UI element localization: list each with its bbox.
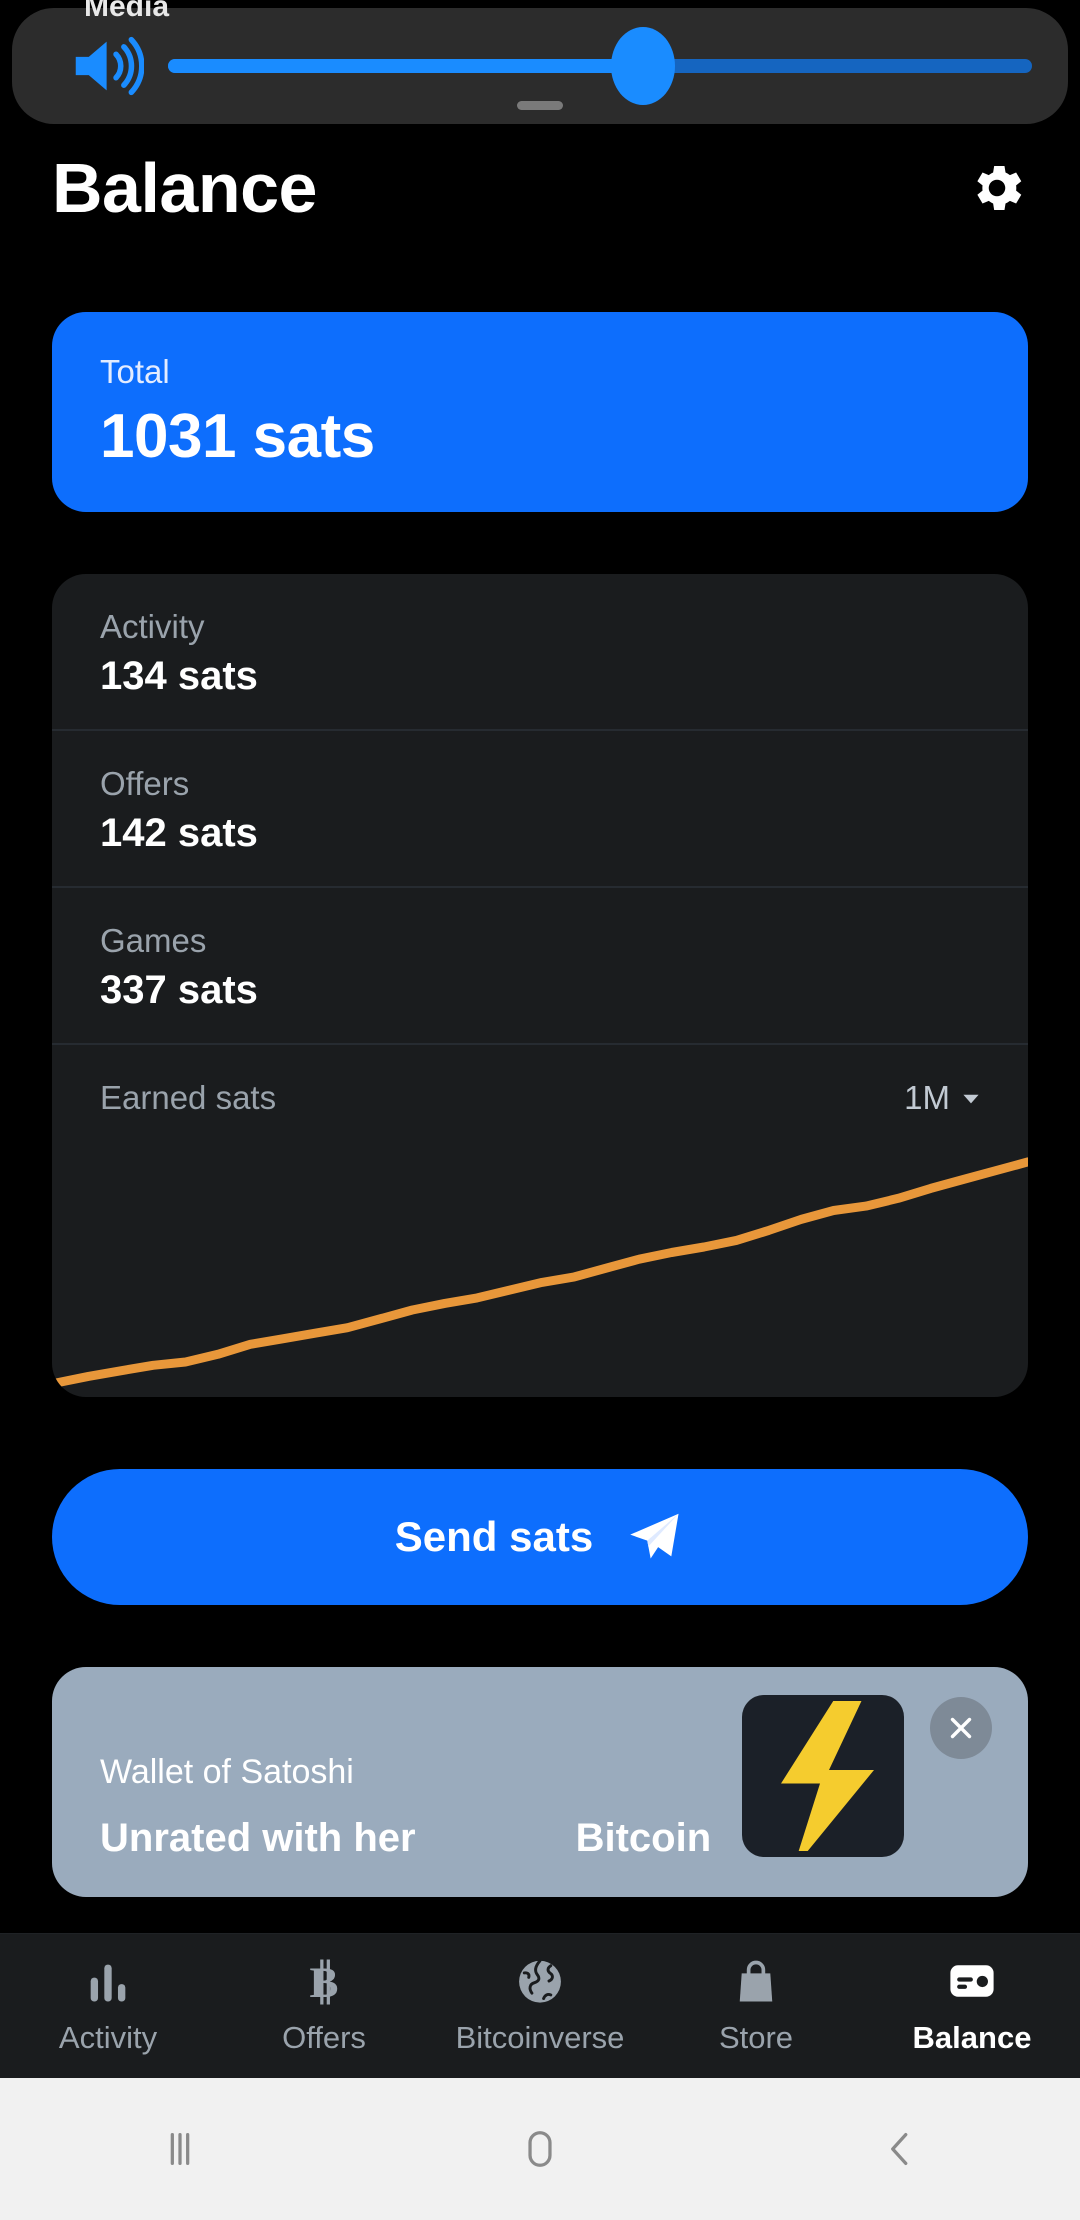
tab-store[interactable]: Store xyxy=(648,1956,864,2056)
tab-bitcoinverse[interactable]: Bitcoinverse xyxy=(432,1956,648,2056)
volume-slider-knob[interactable] xyxy=(611,27,676,105)
send-plane-icon xyxy=(630,1513,679,1559)
lightning-bolt-icon xyxy=(781,1701,874,1851)
tab-label: Store xyxy=(718,2020,794,2055)
chart-range-selector[interactable]: 1M xyxy=(904,1079,984,1117)
volume-panel-drag-handle[interactable] xyxy=(517,101,563,110)
close-icon xyxy=(950,1717,972,1739)
volume-slider-fill xyxy=(168,59,644,73)
wallet-card-icon xyxy=(945,1956,999,2008)
wallet-of-satoshi-promo-card[interactable]: Wallet of Satoshi Unrated with her Bitco… xyxy=(52,1667,1028,1897)
promo-close-button[interactable] xyxy=(930,1697,992,1759)
home-button[interactable] xyxy=(360,2126,720,2172)
promo-logo xyxy=(742,1695,904,1857)
send-sats-button[interactable]: Send sats xyxy=(52,1469,1028,1605)
stat-label: Offers xyxy=(100,765,190,802)
stat-value: 134 sats xyxy=(100,654,258,698)
chevron-down-icon xyxy=(963,1094,979,1104)
send-sats-label: Send sats xyxy=(394,1513,594,1560)
total-balance-card[interactable]: Total 1031 sats xyxy=(52,312,1028,512)
stat-row-activity[interactable]: Activity 134 sats xyxy=(52,574,1028,729)
tab-offers[interactable]: B Offers xyxy=(216,1956,432,2056)
bar-chart-icon xyxy=(82,1956,134,2008)
back-button[interactable] xyxy=(720,2126,1080,2172)
page-title: Balance xyxy=(52,149,317,227)
phone-screen: 11:45 14° xyxy=(0,0,1080,2220)
earned-sats-chart-section: Earned sats 1M xyxy=(52,1043,1028,1397)
total-label: Total xyxy=(100,352,170,390)
stats-card: Activity 134 sats Offers 142 sats Games … xyxy=(52,574,1028,1397)
recents-button[interactable] xyxy=(0,2126,360,2172)
app-header: Balance xyxy=(0,128,1080,248)
globe-icon xyxy=(513,1956,567,2008)
svg-text:B: B xyxy=(310,1959,339,2007)
promo-subtitle-right: Bitcoin xyxy=(575,1816,712,1860)
android-navigation-bar xyxy=(0,2078,1080,2220)
bitcoin-icon: B xyxy=(298,1956,350,2008)
tab-label: Balance xyxy=(912,2020,1032,2055)
stat-value: 142 sats xyxy=(100,811,258,855)
main-content: Total 1031 sats Activity 134 sats Offers… xyxy=(0,286,1080,1897)
volume-overlay-panel[interactable] xyxy=(12,8,1068,124)
stat-label: Activity xyxy=(100,608,205,645)
volume-slider[interactable] xyxy=(168,27,1032,105)
earned-sats-line-chart xyxy=(52,1157,1028,1388)
tab-label: Activity xyxy=(58,2020,158,2055)
gear-icon xyxy=(977,166,1022,210)
chart-line-series xyxy=(52,1157,1028,1388)
volume-media-label: Media xyxy=(84,0,170,23)
home-icon xyxy=(528,2131,552,2167)
recents-icon xyxy=(170,2132,190,2166)
promo-subtitle-left: Unrated with her xyxy=(100,1816,416,1860)
volume-up-icon[interactable] xyxy=(66,27,144,105)
tab-activity[interactable]: Activity xyxy=(0,1956,216,2056)
back-icon xyxy=(891,2132,908,2166)
chart-range-label: 1M xyxy=(904,1079,950,1116)
chart-title: Earned sats xyxy=(100,1079,277,1116)
stat-row-games[interactable]: Games 337 sats xyxy=(52,886,1028,1043)
tab-label: Bitcoinverse xyxy=(455,2020,625,2055)
chart-header: Earned sats 1M xyxy=(52,1079,1028,1117)
tab-balance[interactable]: Balance xyxy=(864,1956,1080,2056)
total-value: 1031 sats xyxy=(100,401,375,471)
stat-label: Games xyxy=(100,922,207,959)
stat-value: 337 sats xyxy=(100,968,258,1012)
settings-button[interactable] xyxy=(966,157,1028,219)
bottom-tab-bar: Activity B Offers Bitcoinverse Store Bal… xyxy=(0,1933,1080,2078)
tab-label: Offers xyxy=(282,2020,366,2055)
stat-row-offers[interactable]: Offers 142 sats xyxy=(52,729,1028,886)
shopping-bag-icon xyxy=(730,1956,782,2008)
